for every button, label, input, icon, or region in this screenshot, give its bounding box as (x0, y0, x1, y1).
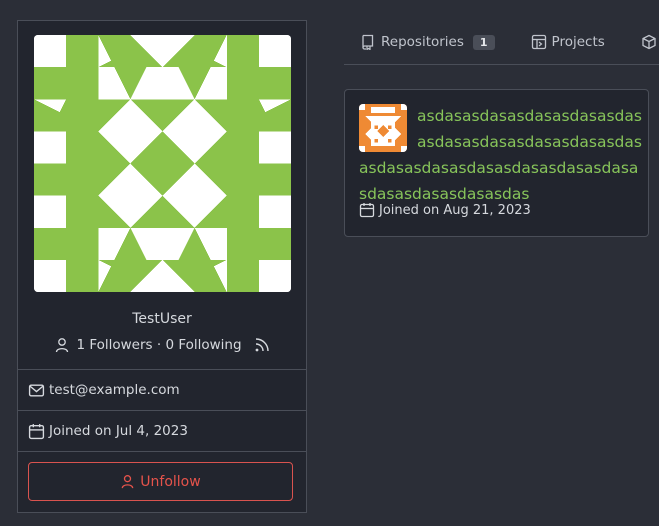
person-icon (121, 475, 134, 489)
calendar-icon (28, 423, 45, 439)
tab-packages[interactable]: P (641, 34, 659, 50)
mail-icon (28, 383, 45, 397)
person-icon (56, 338, 69, 353)
email-row: test@example.com (18, 369, 306, 410)
follower-joined: Joined on Aug 21, 2023 (359, 202, 531, 218)
follower-joined-text: Joined on Aug 21, 2023 (379, 202, 531, 218)
tab-projects-label: Projects (551, 34, 605, 50)
email-link[interactable]: test@example.com (49, 382, 180, 398)
follower-avatar[interactable] (359, 104, 407, 152)
rss-icon[interactable] (254, 337, 270, 353)
tab-repositories-label: Repositories (381, 34, 464, 50)
follow-stats: 1 Followers · 0 Following (18, 337, 306, 353)
joined-row: Joined on Jul 4, 2023 (18, 410, 306, 451)
avatar-identicon (34, 35, 291, 292)
followers-link[interactable]: 1 Followers · 0 Following (76, 337, 241, 353)
joined-date: Joined on Jul 4, 2023 (49, 423, 188, 439)
tab-projects[interactable]: Projects (531, 34, 605, 50)
profile-card: TestUser 1 Followers · 0 Following test@… (17, 20, 307, 513)
project-icon (531, 34, 546, 50)
repo-icon (362, 34, 374, 50)
follower-identicon (359, 104, 407, 152)
calendar-icon (359, 203, 375, 218)
profile-tabs: Repositories 1 Projects P (344, 20, 659, 65)
repo-count-badge: 1 (472, 34, 495, 50)
package-icon (642, 34, 656, 50)
unfollow-button[interactable]: Unfollow (28, 462, 293, 501)
follower-card: asdasasdasasdasasdasasdasasdasasdasasdas… (344, 89, 649, 237)
profile-username: TestUser (132, 311, 192, 327)
unfollow-label: Unfollow (140, 473, 201, 490)
avatar (34, 35, 291, 292)
tab-repositories[interactable]: Repositories 1 (360, 34, 495, 50)
